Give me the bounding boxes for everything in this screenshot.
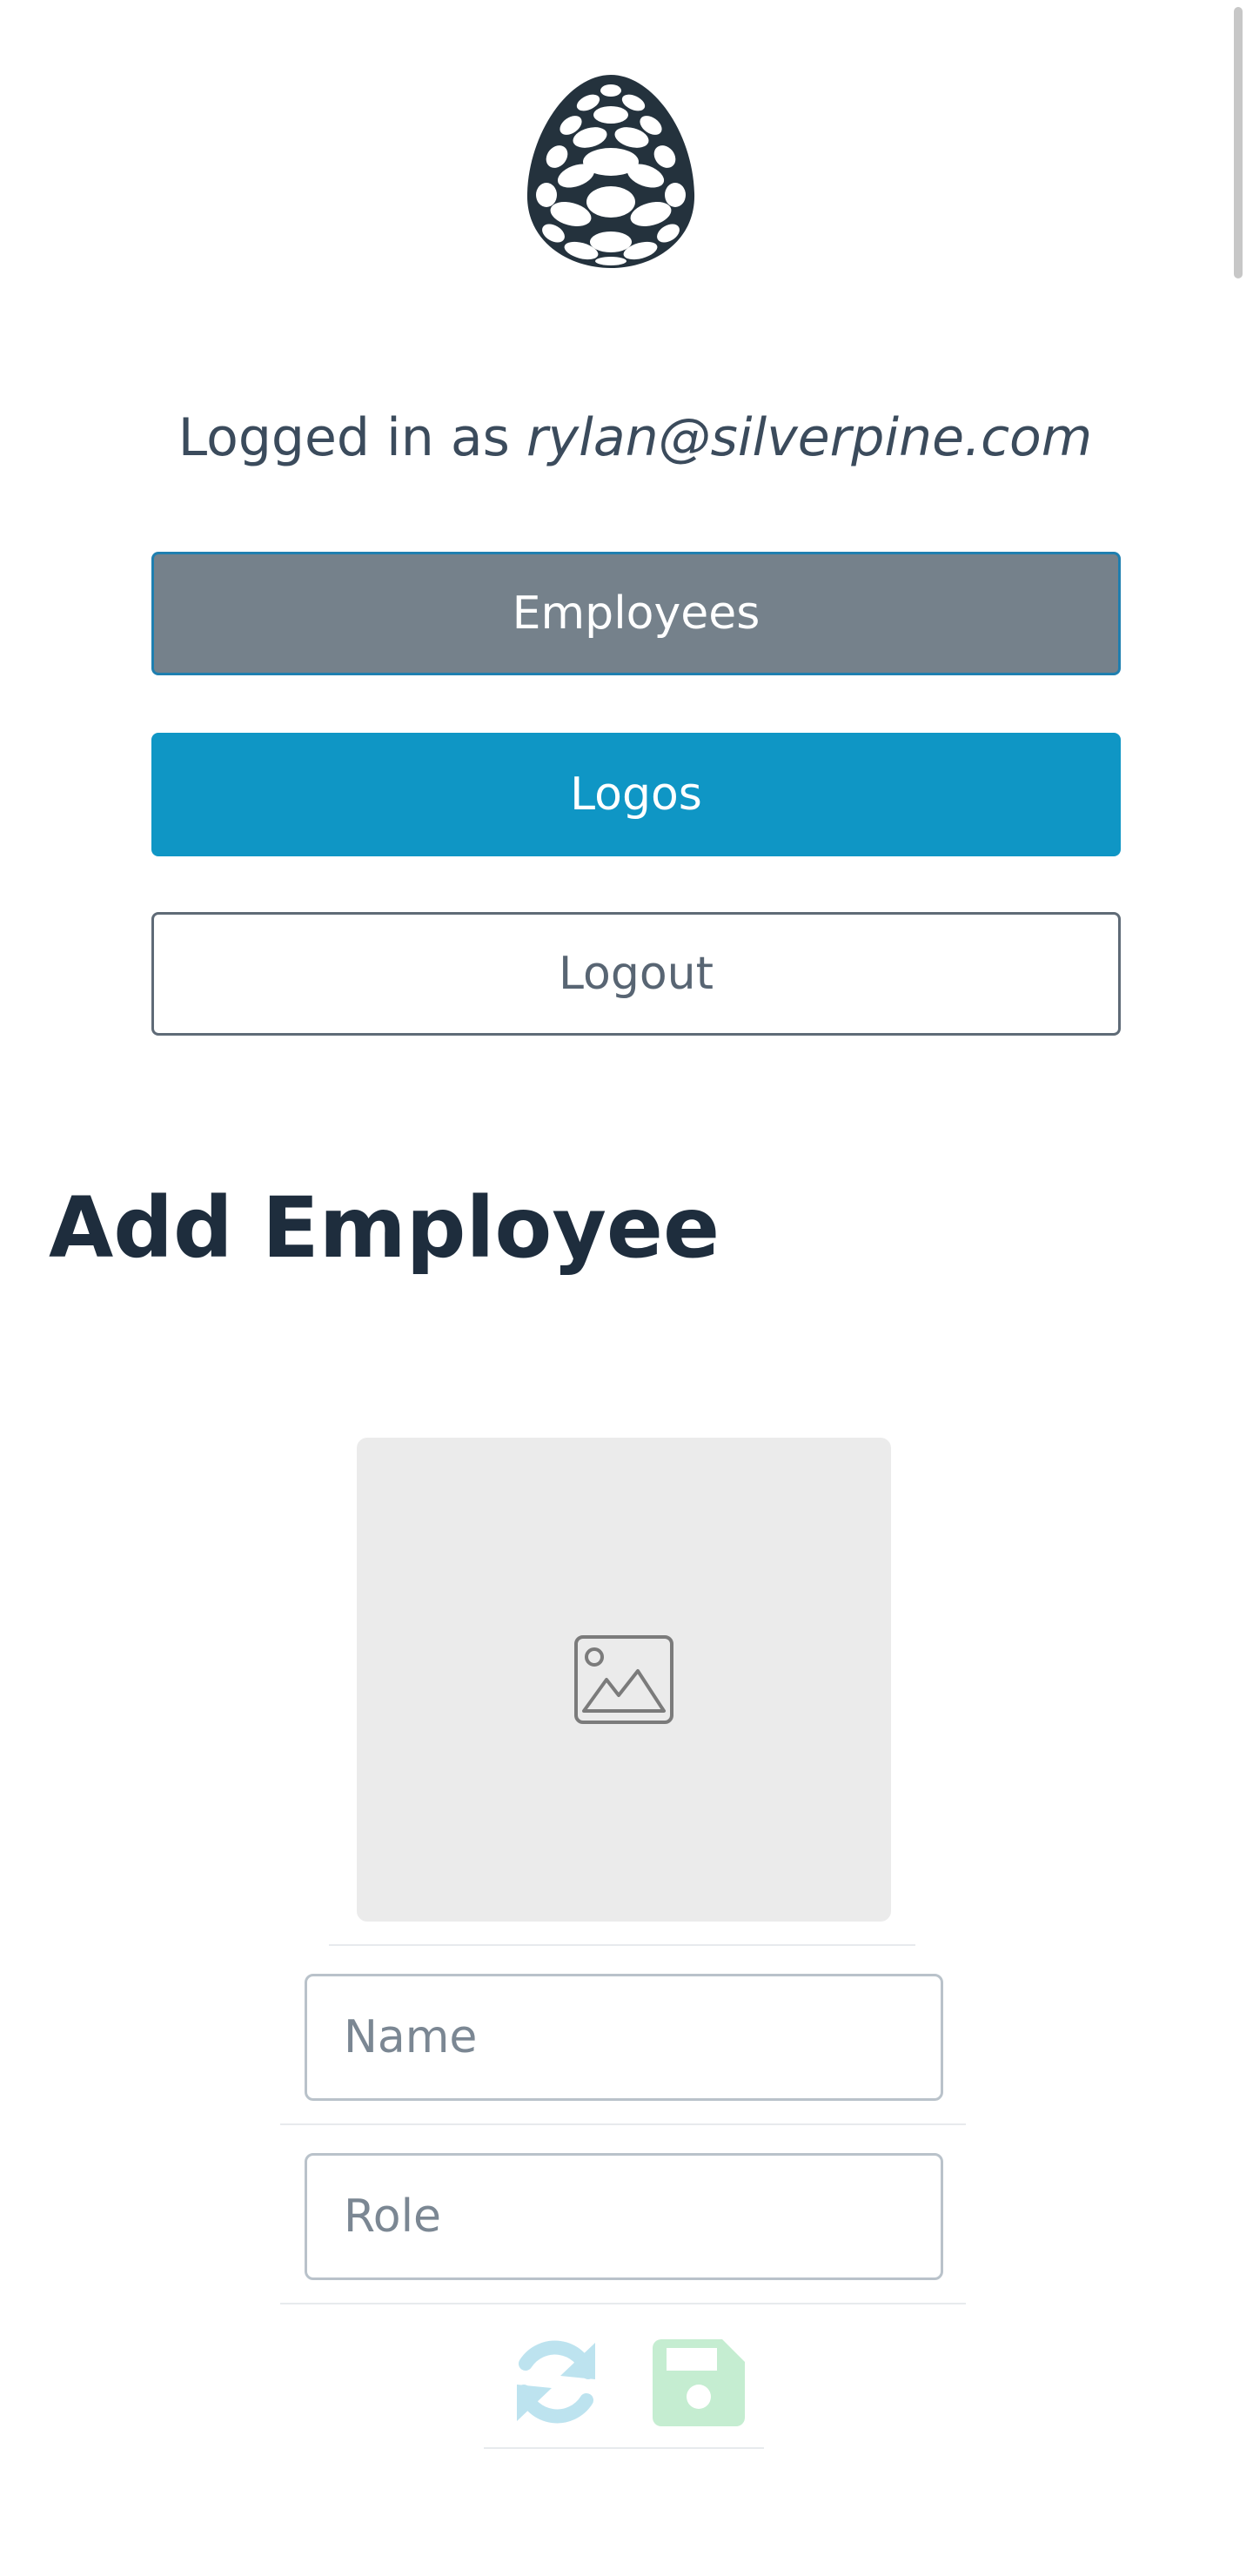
logos-button[interactable]: Logos — [151, 733, 1121, 856]
logged-in-prefix: Logged in as — [178, 407, 526, 468]
pinecone-logo-icon — [522, 71, 700, 270]
divider — [280, 2123, 966, 2125]
employee-photo-upload[interactable] — [357, 1438, 891, 1922]
name-input[interactable] — [305, 1974, 943, 2101]
logged-in-email: rylan@silverpine.com — [526, 407, 1093, 468]
employees-button[interactable]: Employees — [151, 552, 1121, 675]
page-scrollbar[interactable] — [1234, 7, 1243, 278]
image-placeholder-icon — [574, 1635, 673, 1724]
divider — [484, 2447, 764, 2449]
divider — [280, 2303, 966, 2304]
page-title: Add Employee — [49, 1179, 720, 1277]
divider — [329, 1944, 915, 1946]
save-icon[interactable] — [651, 2338, 747, 2426]
role-input[interactable] — [305, 2153, 943, 2280]
logged-in-status: Logged in as rylan@silverpine.com — [0, 399, 1253, 477]
logout-button[interactable]: Logout — [151, 912, 1121, 1036]
refresh-icon[interactable] — [508, 2338, 604, 2426]
